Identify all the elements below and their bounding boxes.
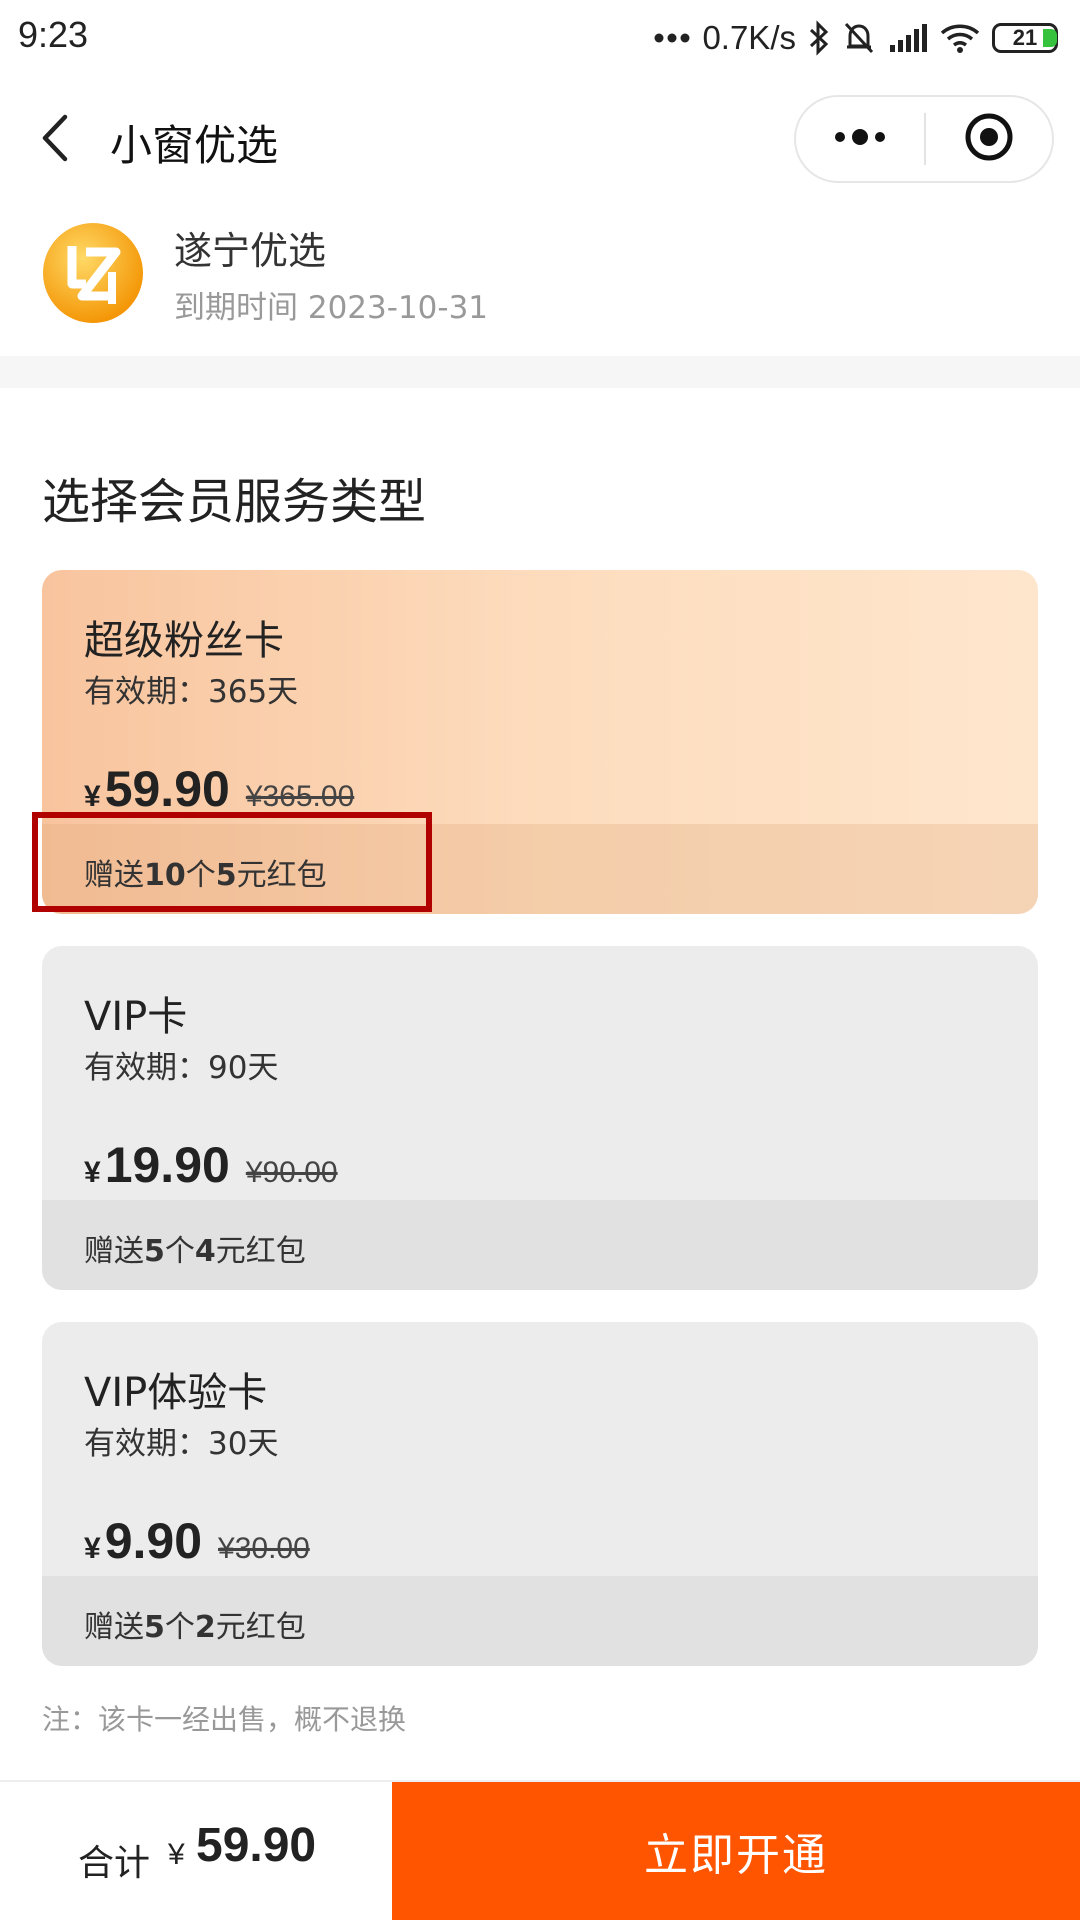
refund-note: 注：该卡一经出售，概不退换: [42, 1703, 407, 1736]
card-price: 19.90: [104, 1137, 230, 1193]
gift-text: 赠送5个4元红包: [84, 1226, 306, 1270]
total-amount: 59.90: [196, 1819, 317, 1872]
shop-header: 遂宁优选 到期时间 2023-10-31: [0, 202, 1080, 356]
card-price: 9.90: [104, 1513, 203, 1569]
card-name: VIP体验卡: [84, 1370, 268, 1416]
page-title: 小窗优选: [110, 121, 279, 170]
signal-icon: [888, 23, 928, 53]
network-speed: 0.7K/s: [702, 19, 796, 56]
shop-logo: [42, 222, 144, 324]
gift-unit: 个: [164, 1610, 195, 1645]
gift-text: 赠送10个5元红包: [84, 850, 327, 894]
card-validity: 有效期：90天: [84, 1050, 279, 1086]
back-button[interactable]: [26, 104, 82, 176]
price-row: ¥ 59.90 ¥365.00: [84, 760, 354, 820]
wifi-icon: [940, 22, 980, 54]
gift-suffix: 元红包: [236, 858, 327, 893]
gift-count: 10: [144, 858, 186, 893]
more-button[interactable]: [796, 97, 924, 181]
mute-icon: [842, 20, 876, 56]
card-price: 59.90: [104, 761, 230, 817]
gift-suffix: 元红包: [215, 1610, 306, 1645]
price-row: ¥ 19.90 ¥90.00: [84, 1136, 338, 1196]
status-time: 9:23: [18, 14, 89, 55]
gift-prefix: 赠送: [84, 1610, 144, 1645]
gift-bar: 赠送5个2元红包: [42, 1576, 1038, 1666]
gift-prefix: 赠送: [84, 1234, 144, 1269]
expire-info: 到期时间 2023-10-31: [174, 282, 488, 327]
gift-bar: 赠送5个4元红包: [42, 1200, 1038, 1290]
membership-card-vip[interactable]: VIP卡 有效期：90天 ¥ 19.90 ¥90.00 赠送5个4元红包: [42, 946, 1038, 1290]
activate-now-button[interactable]: 立即开通: [392, 1782, 1080, 1920]
card-original-price: ¥30.00: [218, 1532, 310, 1565]
expire-date: 2023-10-31: [307, 290, 489, 326]
currency-symbol: ¥: [84, 1532, 101, 1565]
card-name: VIP卡: [84, 994, 188, 1040]
navigation-bar: 小窗优选: [0, 78, 1080, 202]
battery-level: 21: [1012, 25, 1038, 50]
status-bar: 9:23 0.7K/s 21: [0, 0, 1080, 76]
gift-suffix: 元红包: [215, 1234, 306, 1269]
membership-page: 9:23 0.7K/s 21 小窗优选 遂宁优选 到期时间 2023-10-31…: [0, 0, 1080, 1920]
status-icons: 0.7K/s 21: [654, 16, 1058, 60]
more-dots-icon: [833, 129, 887, 149]
gift-unit: 个: [164, 1234, 195, 1269]
target-circle-icon: [964, 112, 1014, 166]
gift-prefix: 赠送: [84, 858, 144, 893]
section-title: 选择会员服务类型: [42, 474, 427, 530]
shop-name: 遂宁优选: [174, 229, 327, 273]
price-row: ¥ 9.90 ¥30.00: [84, 1512, 310, 1572]
gift-count: 5: [144, 1234, 165, 1269]
membership-card-super-fan[interactable]: 超级粉丝卡 有效期：365天 ¥ 59.90 ¥365.00 赠送10个5元红包: [42, 570, 1038, 914]
gift-text: 赠送5个2元红包: [84, 1602, 306, 1646]
section-separator: [0, 356, 1080, 388]
gift-amount: 2: [194, 1610, 216, 1645]
close-mini-program-button[interactable]: [926, 97, 1052, 181]
gift-bar: 赠送10个5元红包: [42, 824, 1038, 914]
currency-symbol: ¥: [84, 1156, 101, 1189]
gift-count: 5: [144, 1610, 165, 1645]
gift-amount: 5: [215, 858, 237, 893]
total-label: 合计: [78, 1843, 151, 1884]
card-original-price: ¥365.00: [245, 780, 355, 813]
card-name: 超级粉丝卡: [84, 618, 284, 664]
gift-amount: 4: [194, 1234, 216, 1269]
more-dots-icon: [654, 32, 690, 44]
total-currency-symbol: ¥: [168, 1838, 185, 1871]
chevron-left-icon: [37, 113, 71, 167]
card-validity: 有效期：365天: [84, 674, 299, 710]
bluetooth-icon: [808, 20, 830, 56]
card-original-price: ¥90.00: [245, 1156, 338, 1189]
battery-icon: 21: [992, 23, 1058, 53]
expire-label: 到期时间: [174, 290, 298, 326]
membership-card-vip-trial[interactable]: VIP体验卡 有效期：30天 ¥ 9.90 ¥30.00 赠送5个2元红包: [42, 1322, 1038, 1666]
gift-unit: 个: [185, 858, 216, 893]
currency-symbol: ¥: [84, 780, 101, 813]
mini-program-capsule: [794, 95, 1054, 183]
footer-total: 合计 ¥ 59.90: [0, 1782, 392, 1920]
card-validity: 有效期：30天: [84, 1426, 279, 1462]
